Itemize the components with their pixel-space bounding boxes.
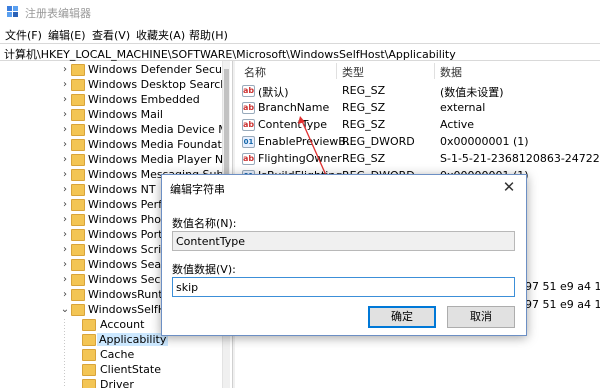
address-path[interactable]: 计算机\HKEY_LOCAL_MACHINE\SOFTWARE\Microsof… [4, 46, 456, 62]
tree-item-label: ClientState [100, 363, 161, 376]
value-type: REG_SZ [342, 118, 386, 131]
column-divider[interactable] [434, 63, 435, 79]
value-type: REG_SZ [342, 101, 386, 114]
value-type: REG_SZ [342, 152, 386, 165]
value-name: ContentType [258, 118, 328, 131]
tree-item-label: Windows NT [88, 183, 156, 196]
edit-string-dialog: 编辑字符串 ✕ 数值名称(N): ContentType 数值数据(V): 确定… [161, 174, 527, 336]
string-value-icon: ab [242, 153, 255, 165]
string-value-icon: ab [242, 85, 255, 97]
tree-item-label: Windows Media Device Manag [88, 123, 230, 136]
tree-item-label: Windows Desktop Search [88, 78, 228, 91]
tree-item-label: Driver [100, 378, 134, 388]
value-data: (数值未设置) [440, 86, 504, 99]
folder-icon [82, 334, 96, 346]
folder-icon [82, 379, 96, 388]
value-name-field: ContentType [172, 231, 515, 251]
value-data: S-1-5-21-2368120863-24722785-25262 [440, 152, 600, 165]
value-row-contenttype[interactable]: ab ContentType REG_SZ Active [236, 117, 600, 134]
value-row[interactable]: ab BranchName REG_SZ external [236, 100, 600, 117]
tree-item-label: Windows Media Foundation [88, 138, 230, 151]
menu-file[interactable]: 文件(F) [5, 27, 42, 43]
column-header-name[interactable]: 名称 [244, 64, 266, 80]
value-name: (默认) [258, 86, 289, 99]
regedit-icon [7, 6, 18, 17]
value-name: FlightingOwner [258, 152, 342, 165]
title-bar: 注册表编辑器 [0, 0, 600, 24]
tree-item-label: Windows Media Player NSS [88, 153, 230, 166]
column-header-type[interactable]: 类型 [342, 64, 364, 80]
value-type: REG_DWORD [342, 135, 415, 148]
dialog-title: 编辑字符串 [170, 183, 225, 196]
tree-item-label: Windows Defender Security Ce [88, 63, 230, 76]
tree-item-label: Windows Embedded [88, 93, 200, 106]
column-header-data[interactable]: 数据 [440, 64, 462, 80]
value-data-label: 数值数据(V): [172, 263, 236, 276]
value-name-label: 数值名称(N): [172, 217, 237, 230]
folder-icon [82, 319, 96, 331]
menu-view[interactable]: 查看(V) [92, 27, 130, 43]
menu-edit[interactable]: 编辑(E) [48, 27, 86, 43]
folder-icon [82, 364, 96, 376]
value-data: Active [440, 118, 475, 131]
value-data: external [440, 101, 486, 114]
ok-button[interactable]: 确定 [368, 306, 436, 328]
menu-favorites[interactable]: 收藏夹(A) [136, 27, 185, 43]
value-data-partial: 97 51 e9 a4 14 da 6 [525, 280, 600, 293]
value-data-partial: 97 51 e9 a4 14 da 6 [525, 298, 600, 311]
column-divider[interactable] [336, 63, 337, 79]
window-title: 注册表编辑器 [25, 7, 91, 20]
value-name: BranchName [258, 101, 330, 114]
tree-item-label: Cache [100, 348, 135, 361]
menu-help[interactable]: 帮助(H) [189, 27, 228, 43]
tree-guide-lines [64, 319, 65, 388]
binary-value-icon: 01 [242, 136, 255, 148]
cancel-button[interactable]: 取消 [447, 306, 515, 328]
folder-icon [82, 349, 96, 361]
tree-item-label: Windows Mail [88, 108, 163, 121]
close-icon[interactable]: ✕ [498, 177, 520, 197]
value-row[interactable]: ab FlightingOwner REG_SZ S-1-5-21-236812… [236, 151, 600, 168]
value-type: REG_SZ [342, 84, 386, 97]
value-row[interactable]: 01 EnablePreviewB... REG_DWORD 0x0000000… [236, 134, 600, 151]
tree-item-label: Applicability [97, 333, 169, 346]
string-value-icon: ab [242, 119, 255, 131]
address-bar[interactable]: 计算机\HKEY_LOCAL_MACHINE\SOFTWARE\Microsof… [0, 43, 600, 61]
value-row[interactable]: ab (默认) REG_SZ (数值未设置) [236, 83, 600, 100]
value-data-input[interactable] [172, 277, 515, 297]
tree-item-label: Account [100, 318, 145, 331]
value-data: 0x00000001 (1) [440, 135, 529, 148]
menu-bar: 文件(F) 编辑(E) 查看(V) 收藏夹(A) 帮助(H) [0, 24, 600, 43]
string-value-icon: ab [242, 102, 255, 114]
